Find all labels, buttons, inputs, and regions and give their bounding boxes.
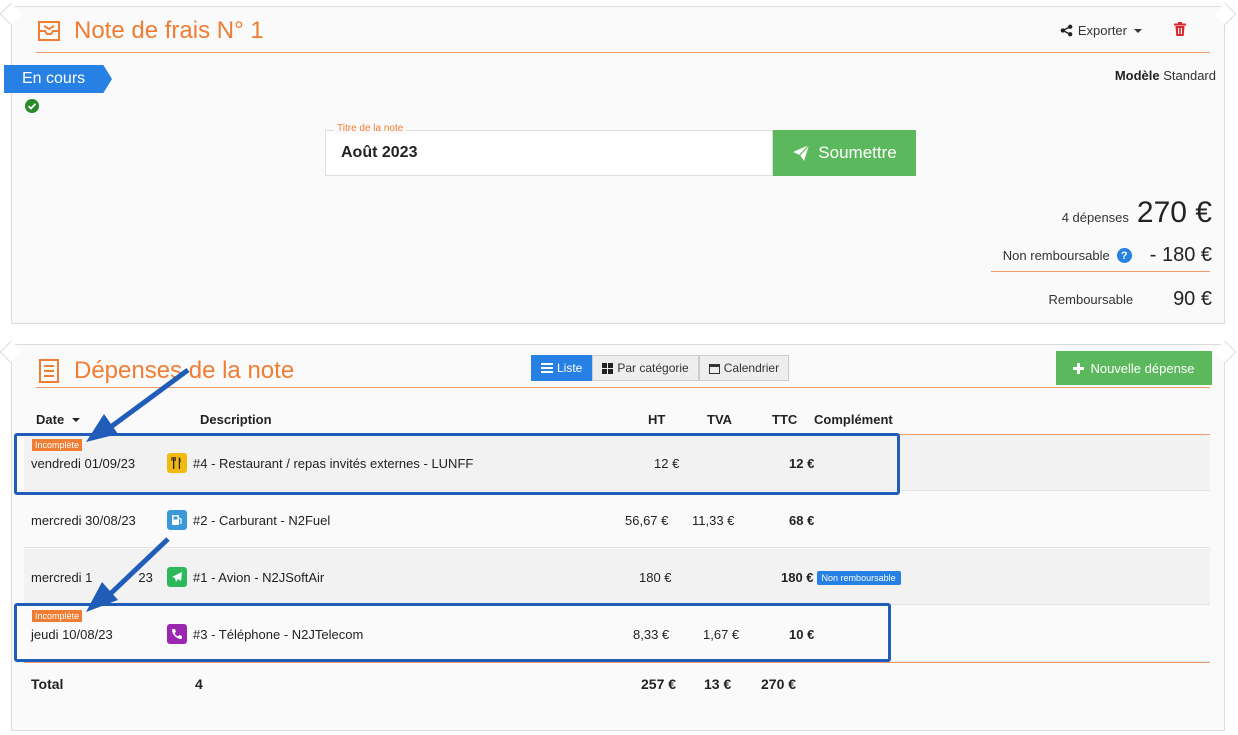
expenses-title: Dépenses de la note: [36, 357, 294, 385]
submit-button[interactable]: Soumettre: [773, 130, 916, 176]
list-icon: [541, 363, 553, 373]
row-description-text: #2 - Carburant - N2Fuel: [193, 512, 331, 528]
refundable-summary: Remboursable 90 €: [1049, 288, 1212, 311]
row-date-head: mercredi 1: [31, 570, 93, 585]
note-panel: Note de frais N° 1 Exporter En cours Mod…: [0, 2, 1237, 324]
receipt-icon: [36, 358, 62, 384]
col-complement: Complément: [814, 412, 893, 427]
row-date-tail: 23: [138, 570, 153, 585]
highlight-box: [14, 433, 900, 495]
expenses-panel: Dépenses de la note Liste Par catégorie …: [0, 340, 1237, 731]
col-date-label: Date: [36, 412, 65, 427]
row-ttc-complement: 180 € Non remboursable: [781, 570, 901, 585]
plane-icon: [167, 567, 187, 587]
trash-icon[interactable]: [1174, 22, 1186, 41]
highlight-box: [14, 603, 891, 662]
col-tva: TVA: [707, 412, 733, 427]
row-date: mercredi 1 23: [31, 570, 153, 585]
expense-count-summary: 4 dépenses 270 €: [1062, 196, 1212, 230]
note-title: Note de frais N° 1: [36, 17, 264, 45]
title-field-label: Titre de la note: [334, 123, 407, 134]
panel-corner: [0, 2, 23, 26]
row-description: #1 - Avion - N2JSoftAir: [167, 567, 324, 587]
status-ribbon: En cours: [4, 65, 112, 93]
tab-list[interactable]: Liste: [531, 355, 593, 381]
summary-divider: [991, 271, 1210, 272]
total-ttc: 270 €: [761, 676, 797, 692]
row-ttc: 68 €: [789, 513, 815, 528]
table-row[interactable]: mercredi 1 23 #1 - Avion - N2JSoftAir 180…: [24, 549, 1210, 605]
expenses-title-text: Dépenses de la note: [74, 357, 295, 384]
submit-label: Soumettre: [818, 143, 897, 162]
panel-corner: [1213, 340, 1237, 364]
inbox-icon: [36, 18, 62, 44]
title-field-value[interactable]: Août 2023: [341, 144, 417, 162]
paper-plane-icon: [793, 145, 810, 161]
row-ttc: 180 €: [781, 570, 814, 585]
plus-icon: [1073, 362, 1085, 374]
tab-by-category[interactable]: Par catégorie: [592, 355, 699, 381]
view-toggle: Liste Par catégorie Calendrier: [531, 355, 790, 381]
model-value: Standard: [1163, 68, 1216, 83]
panel-corner: [0, 340, 23, 364]
col-ttc: TTC: [772, 412, 798, 427]
row-date: mercredi 30/08/23: [31, 513, 136, 528]
tab-calendar[interactable]: Calendrier: [698, 355, 790, 381]
row-ht: 180 €: [639, 570, 672, 585]
calendar-icon: [708, 363, 720, 374]
non-refundable-label: Non remboursable: [1002, 248, 1110, 263]
row-tva: 11,33 €: [692, 513, 735, 528]
note-title-field[interactable]: Titre de la note Août 2023: [325, 123, 773, 176]
export-label: Exporter: [1077, 23, 1127, 38]
total-tva: 13 €: [704, 676, 732, 692]
tab-calendar-label: Calendrier: [723, 361, 780, 375]
export-dropdown[interactable]: Exporter: [1060, 23, 1142, 38]
refundable-amount: 90 €: [1173, 288, 1212, 310]
new-expense-label: Nouvelle dépense: [1090, 360, 1195, 376]
check-circle-icon: [25, 99, 39, 118]
row-description-text: #1 - Avion - N2JSoftAir: [193, 569, 325, 585]
non-refundable-summary: Non remboursable ? - 180 €: [1003, 244, 1212, 267]
table-row[interactable]: mercredi 30/08/23 #2 - Carburant - N2Fue…: [24, 492, 1210, 548]
fuel-icon: [167, 510, 187, 530]
model-info: Modèle Standard: [1115, 68, 1216, 83]
col-ht: HT: [648, 412, 666, 427]
total-divider: [24, 662, 1210, 663]
total-amount: 270 €: [1136, 196, 1212, 229]
refundable-label: Remboursable: [1048, 292, 1134, 307]
new-expense-button[interactable]: Nouvelle dépense: [1056, 351, 1212, 385]
chevron-down-icon: [1134, 28, 1142, 33]
share-icon: [1060, 24, 1073, 37]
sort-down-icon: [72, 417, 81, 422]
non-refundable-badge: Non remboursable: [816, 571, 901, 585]
help-icon[interactable]: ?: [1116, 248, 1132, 263]
total-ht: 257 €: [641, 676, 677, 692]
non-refundable-amount: - 180 €: [1149, 244, 1212, 266]
note-title-text: Note de frais N° 1: [74, 17, 264, 44]
row-description: #2 - Carburant - N2Fuel: [167, 510, 330, 530]
title-divider: [36, 52, 1210, 53]
col-description: Description: [200, 412, 272, 427]
tab-list-label: Liste: [557, 361, 583, 375]
title-divider: [36, 387, 1210, 388]
col-date[interactable]: Date: [36, 412, 81, 427]
tab-by-category-label: Par catégorie: [617, 361, 689, 375]
expense-count: 4 dépenses: [1061, 210, 1129, 225]
total-label: Total: [31, 676, 64, 692]
total-count: 4: [195, 676, 203, 692]
model-label: Modèle: [1114, 68, 1160, 83]
row-ht: 56,67 €: [625, 513, 669, 528]
panel-corner: [1213, 2, 1237, 26]
grid-icon: [602, 362, 614, 374]
